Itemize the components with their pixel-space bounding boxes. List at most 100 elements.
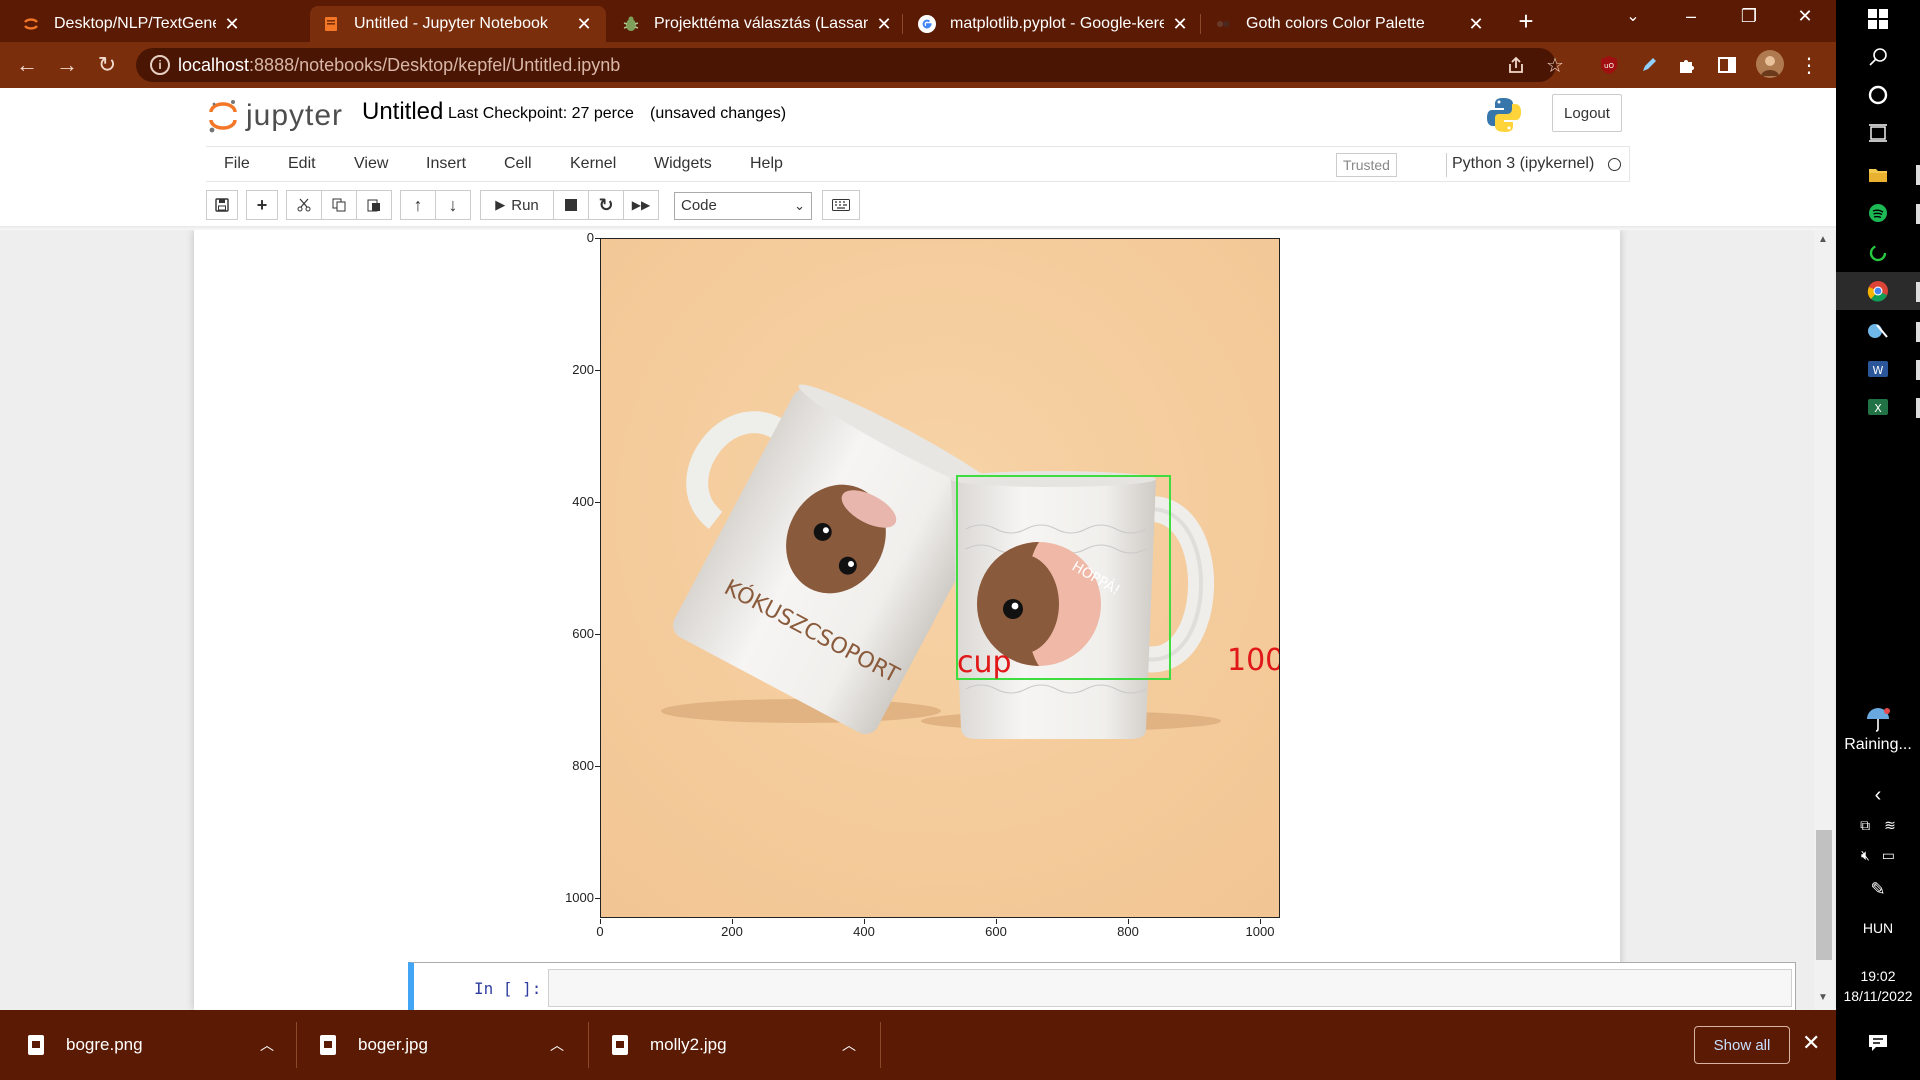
tab-close-icon[interactable]: ✕	[1170, 14, 1190, 35]
notification-center-icon[interactable]	[1836, 1024, 1920, 1062]
weather-text[interactable]: Raining...	[1836, 736, 1920, 754]
download-item-bogre[interactable]: bogre.png ︿	[28, 1010, 288, 1080]
clock-time[interactable]: 19:02	[1836, 968, 1920, 984]
paste-button[interactable]	[356, 190, 392, 220]
battery-icon[interactable]: ▭	[1882, 847, 1895, 864]
file-explorer-icon[interactable]	[1836, 156, 1920, 194]
kernel-name[interactable]: Python 3 (ipykernel)	[1452, 155, 1594, 173]
tab-close-icon[interactable]: ✕	[574, 14, 594, 35]
page-scrollbar-thumb[interactable]	[1816, 830, 1832, 960]
back-icon[interactable]: ←	[12, 50, 42, 80]
tab-untitled-notebook[interactable]: Untitled - Jupyter Notebook ✕	[310, 6, 606, 42]
code-editor[interactable]	[548, 969, 1792, 1007]
notebook-title[interactable]: Untitled	[362, 98, 443, 126]
pen-workspace-icon[interactable]: ✎	[1836, 870, 1920, 908]
y-tick-label: 200	[572, 362, 594, 377]
windows-start-icon[interactable]	[1836, 0, 1920, 38]
menu-widgets[interactable]: Widgets	[654, 155, 712, 173]
menu-help[interactable]: Help	[750, 155, 783, 173]
cut-button[interactable]	[286, 190, 322, 220]
chevron-up-icon[interactable]: ︿	[550, 1035, 564, 1055]
tab-search-chevron-icon[interactable]: ⌄	[1618, 6, 1648, 26]
run-icon: ▶	[495, 197, 506, 212]
snipping-tool-icon[interactable]	[1836, 312, 1920, 350]
save-button[interactable]	[206, 190, 238, 220]
download-filename: molly2.jpg	[650, 1035, 727, 1054]
cortana-icon[interactable]	[1836, 76, 1920, 114]
pen-extension-icon[interactable]	[1638, 54, 1660, 76]
tab-textgeneration[interactable]: Desktop/NLP/TextGeneration/ ✕	[10, 6, 254, 42]
menu-edit[interactable]: Edit	[288, 155, 316, 173]
restart-run-all-button[interactable]: ▶▶	[623, 190, 659, 220]
tab-close-icon[interactable]: ✕	[874, 14, 894, 35]
weather-umbrella-icon[interactable]	[1836, 700, 1920, 738]
move-up-button[interactable]: ↑	[400, 190, 436, 220]
bookmark-star-icon[interactable]: ☆	[1546, 53, 1564, 78]
copy-button[interactable]	[321, 190, 357, 220]
scroll-up-arrow-icon[interactable]: ▲	[1818, 234, 1828, 245]
menu-view[interactable]: View	[354, 155, 388, 173]
extensions-puzzle-icon[interactable]	[1676, 54, 1698, 76]
download-item-molly2[interactable]: molly2.jpg ︿	[612, 1010, 872, 1080]
jupyter-header: jupyter Untitled Last Checkpoint: 27 per…	[0, 88, 1836, 144]
close-download-bar-icon[interactable]: ✕	[1802, 1030, 1820, 1056]
tab-goth-colors[interactable]: Goth colors Color Palette ✕	[1202, 6, 1498, 42]
cell-type-select[interactable]: Code ⌄	[674, 192, 812, 220]
menu-insert[interactable]: Insert	[426, 155, 466, 173]
tab-projekttema[interactable]: Projekttéma választás (Lassan ne ✕	[610, 6, 906, 42]
side-panel-icon[interactable]	[1716, 54, 1738, 76]
input-prompt: In [ ]:	[474, 979, 542, 998]
chrome-icon[interactable]	[1836, 272, 1920, 310]
insert-cell-button[interactable]: +	[246, 190, 278, 220]
url-text[interactable]: localhost:8888/notebooks/Desktop/kepfel/…	[178, 55, 620, 76]
forward-icon[interactable]: →	[52, 50, 82, 80]
profile-avatar[interactable]	[1756, 50, 1784, 78]
show-all-downloads-button[interactable]: Show all	[1694, 1026, 1790, 1064]
tab-close-icon[interactable]: ✕	[222, 14, 242, 35]
menu-bar: File Edit View Insert Cell Kernel Widget…	[206, 146, 1630, 182]
search-icon[interactable]	[1836, 38, 1920, 76]
download-item-boger[interactable]: boger.jpg ︿	[320, 1010, 580, 1080]
input-language[interactable]: HUN	[1836, 920, 1920, 936]
clock-date[interactable]: 18/11/2022	[1836, 988, 1920, 1004]
kebab-menu-icon[interactable]: ⋮	[1798, 54, 1820, 77]
run-button[interactable]: ▶ Run	[480, 190, 554, 220]
chevron-up-icon[interactable]: ︿	[260, 1035, 274, 1055]
jupyter-logo[interactable]: jupyter	[208, 96, 343, 136]
excel-icon[interactable]: X	[1836, 388, 1920, 426]
image-axes: KÓKUSZCSOPORT HOPPÁ! cup 100	[600, 238, 1280, 918]
output-plot: 0 200 400 600 800 1000 KÓKUSZCSOPORT HOP…	[554, 230, 1294, 950]
wifi-icon[interactable]: ≋	[1884, 817, 1896, 834]
restart-button[interactable]: ↻	[588, 190, 624, 220]
task-view-icon[interactable]	[1836, 114, 1920, 152]
reload-icon[interactable]: ↻	[92, 50, 122, 80]
chevron-up-icon[interactable]: ︿	[842, 1035, 856, 1055]
command-palette-button[interactable]	[822, 190, 860, 220]
new-tab-icon[interactable]: +	[1512, 8, 1540, 36]
spotify-icon[interactable]	[1836, 194, 1920, 232]
scroll-down-arrow-icon[interactable]: ▼	[1818, 992, 1828, 1003]
omnibox[interactable]: i localhost:8888/notebooks/Desktop/kepfe…	[136, 48, 1564, 82]
trusted-indicator[interactable]: Trusted	[1336, 153, 1397, 177]
windows-taskbar: W X Raining... ‹ ⧉ ≋ 🔇︎ ▭ ✎ HUN 19:02 18/1…	[1836, 0, 1920, 1080]
loading-app-icon[interactable]	[1836, 234, 1920, 272]
menu-kernel[interactable]: Kernel	[570, 155, 616, 173]
menu-cell[interactable]: Cell	[504, 155, 532, 173]
code-cell[interactable]: In [ ]:	[408, 962, 1796, 1010]
word-icon[interactable]: W	[1836, 350, 1920, 388]
tab-matplotlib-search[interactable]: matplotlib.pyplot - Google-keres ✕	[906, 6, 1202, 42]
device-icon[interactable]: ⧉	[1860, 817, 1870, 834]
restore-icon[interactable]: ❐	[1734, 6, 1764, 27]
menu-file[interactable]: File	[224, 155, 250, 173]
tab-close-icon[interactable]: ✕	[1466, 14, 1486, 35]
tab-separator	[902, 14, 903, 34]
ublock-extension-icon[interactable]: uO	[1598, 54, 1620, 76]
logout-button[interactable]: Logout	[1552, 94, 1622, 132]
window-close-icon[interactable]: ✕	[1790, 6, 1820, 27]
minimize-icon[interactable]: –	[1676, 6, 1706, 27]
share-icon[interactable]	[1506, 55, 1526, 80]
move-down-button[interactable]: ↓	[435, 190, 471, 220]
volume-muted-icon[interactable]: 🔇︎	[1861, 847, 1870, 864]
site-info-icon[interactable]: i	[150, 55, 170, 75]
interrupt-button[interactable]	[553, 190, 589, 220]
